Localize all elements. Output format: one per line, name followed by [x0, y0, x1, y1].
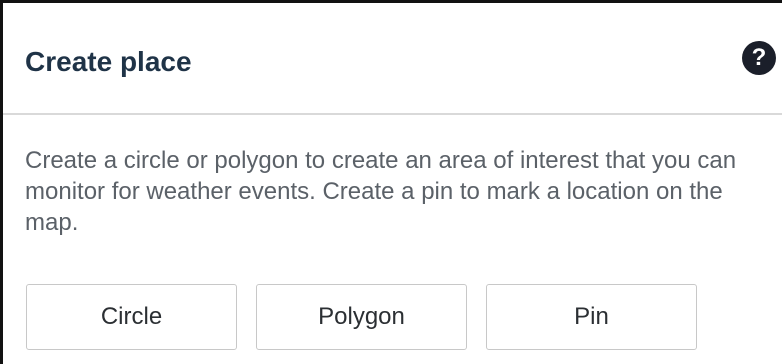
create-place-panel: Create place ? Create a circle or polygo…	[0, 0, 782, 364]
circle-button[interactable]: Circle	[26, 284, 237, 350]
polygon-button[interactable]: Polygon	[256, 284, 467, 350]
panel-description: Create a circle or polygon to create an …	[25, 147, 737, 236]
help-icon[interactable]: ?	[742, 41, 776, 75]
panel-header: Create place ?	[3, 3, 782, 115]
panel-title: Create place	[25, 46, 192, 77]
pin-button[interactable]: Pin	[486, 284, 697, 350]
